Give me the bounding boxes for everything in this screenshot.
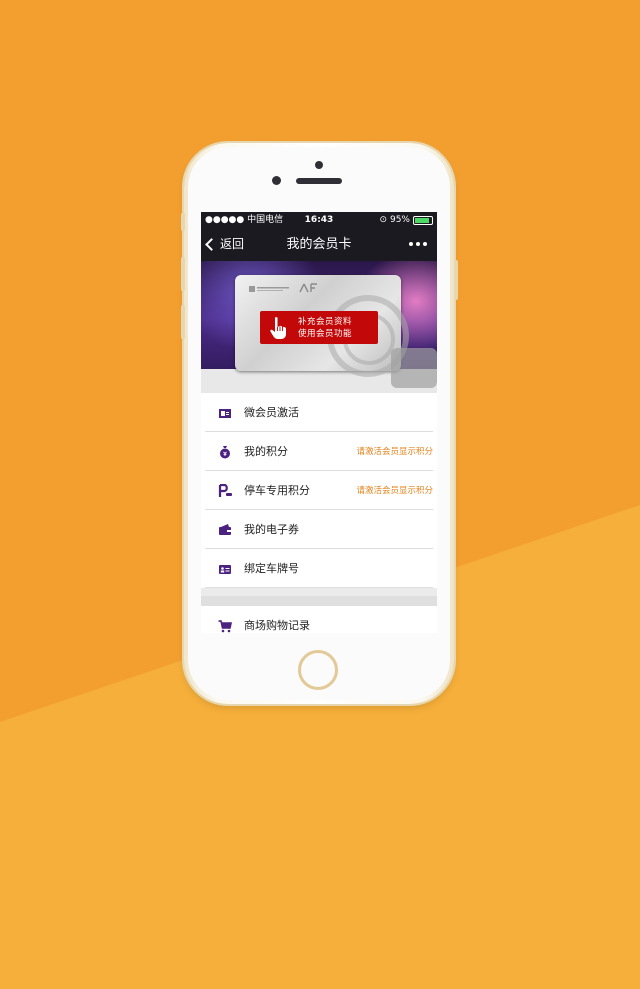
status-bar: ●●●●● 中国电信 16:43 ⊙ 95% [201,212,437,228]
menu-hint: 请激活会员显示积分 [356,486,433,496]
mute-switch [181,213,185,231]
menu-label: 停车专用积分 [244,484,310,497]
nav-bar: 返回 我的会员卡 [201,228,437,261]
battery-icon [413,215,433,225]
tap-hand-icon [268,316,290,340]
proximity-sensor [315,161,323,169]
member-menu: 微会员激活 我的积分 请激活会员显示积分 停车专用积分 请激活会员显示积分 我的… [201,393,437,588]
cta-line1: 补充会员资料 [298,316,353,327]
money-bag-icon [218,444,232,459]
alarm-icon: ⊙ [379,215,387,225]
card-brand-logo [249,285,291,295]
cta-line2: 使用会员功能 [298,328,353,339]
status-right: ⊙ 95% [379,212,433,228]
floating-bubble[interactable] [391,348,437,388]
section-divider [201,596,437,606]
menu-hint: 请激活会员显示积分 [356,447,433,457]
member-menu-2: 商场购物记录 [201,606,437,633]
card-secondary-logo [299,283,321,296]
menu-item-coupons[interactable]: 我的电子券 [205,510,433,549]
front-camera [272,176,281,185]
power-button [454,260,458,300]
parking-icon [218,483,232,497]
page-title: 我的会员卡 [286,237,352,252]
more-dots-icon[interactable] [409,242,427,246]
menu-item-license-plate[interactable]: 绑定车牌号 [205,549,433,588]
battery-percent: 95% [389,215,410,225]
menu-label: 微会员激活 [244,406,299,419]
id-card-icon [218,405,232,419]
complete-profile-button[interactable]: 补充会员资料 使用会员功能 [260,311,378,344]
member-card[interactable]: 补充会员资料 使用会员功能 [235,275,409,377]
menu-label: 我的积分 [244,445,288,458]
menu-item-points[interactable]: 我的积分 请激活会员显示积分 [205,432,433,471]
menu-item-parking-points[interactable]: 停车专用积分 请激活会员显示积分 [205,471,433,510]
license-plate-icon [218,561,232,575]
menu-label: 绑定车牌号 [244,562,299,575]
earpiece-speaker [296,178,342,184]
menu-label: 商场购物记录 [244,619,310,632]
menu-item-activate[interactable]: 微会员激活 [205,393,433,432]
menu-item-shopping-records[interactable]: 商场购物记录 [205,606,433,633]
menu-label: 我的电子券 [244,523,299,536]
member-card-banner: 补充会员资料 使用会员功能 [201,261,437,397]
shopping-cart-icon [218,618,232,633]
wallet-icon [218,522,232,536]
cta-text: 补充会员资料 使用会员功能 [298,316,352,340]
volume-down-button [181,305,185,339]
home-button[interactable] [298,650,338,690]
phone-screen: ●●●●● 中国电信 16:43 ⊙ 95% 返回 我的会员卡 补充会员资料 使… [201,212,437,633]
volume-up-button [181,257,185,291]
